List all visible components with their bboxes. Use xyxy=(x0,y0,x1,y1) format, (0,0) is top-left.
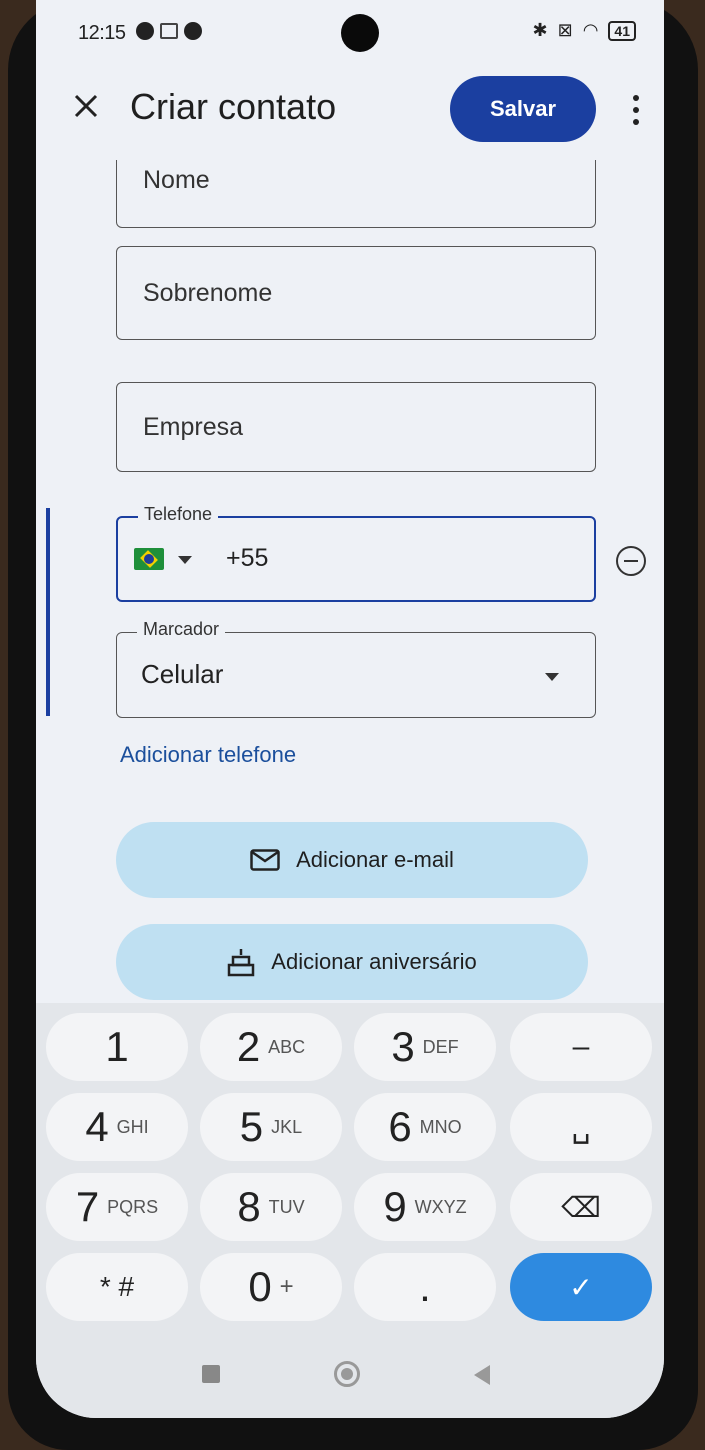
add-birthday-label: Adicionar aniversário xyxy=(271,949,477,974)
status-system-icons: ✱ ⊠ ◠ 41 xyxy=(533,20,636,41)
front-camera xyxy=(341,14,379,52)
key-0[interactable]: 0 + xyxy=(200,1253,342,1321)
chevron-down-icon xyxy=(545,673,559,681)
phone-field[interactable]: Telefone +55 xyxy=(116,504,596,602)
save-button[interactable]: Salvar xyxy=(450,76,596,142)
status-notification-icons xyxy=(136,22,202,40)
key-letters: WXYZ xyxy=(414,1196,467,1217)
add-email-label: Adicionar e-mail xyxy=(296,847,454,872)
close-icon[interactable] xyxy=(68,88,108,128)
recents-icon[interactable] xyxy=(202,1365,220,1383)
key-3[interactable]: 3 DEF xyxy=(354,1013,496,1081)
status-time: 12:15 xyxy=(78,22,126,44)
key-digit: 9 xyxy=(383,1183,407,1230)
key-digit: 1 xyxy=(105,1023,129,1070)
key-dash[interactable]: – xyxy=(510,1013,652,1081)
key-backspace[interactable]: ⌫ xyxy=(510,1173,652,1241)
key-letters: TUV xyxy=(268,1196,305,1217)
check-circle-icon xyxy=(184,22,202,40)
phone-value: +55 xyxy=(226,544,269,572)
bluetooth-icon: ✱ xyxy=(532,20,548,40)
first-name-field[interactable]: Nome xyxy=(116,160,596,228)
key-star-hash[interactable]: * # xyxy=(46,1253,188,1321)
key-digit: 2 xyxy=(236,1023,261,1070)
key-letters: + xyxy=(279,1273,294,1300)
back-icon[interactable] xyxy=(474,1365,490,1385)
add-email-button[interactable]: Adicionar e-mail xyxy=(116,822,588,898)
check-icon: ✓ xyxy=(569,1271,593,1303)
key-digit: . xyxy=(419,1263,431,1310)
key-letters: ABC xyxy=(268,1036,306,1057)
key-dot[interactable]: . xyxy=(354,1253,496,1321)
key-digit: 8 xyxy=(237,1183,261,1230)
more-options-icon[interactable] xyxy=(624,92,648,128)
key-4[interactable]: 4 GHI xyxy=(46,1093,188,1161)
page-title: Criar contato xyxy=(130,86,337,127)
add-birthday-button[interactable]: Adicionar aniversário xyxy=(116,924,588,1000)
label-select[interactable]: Marcador Celular xyxy=(116,619,596,718)
label-value: Celular xyxy=(141,659,224,689)
home-icon[interactable] xyxy=(334,1361,360,1387)
key-letters: PQRS xyxy=(107,1196,159,1217)
active-section-indicator xyxy=(46,508,50,716)
remove-phone-icon[interactable] xyxy=(616,546,646,576)
silent-icon: ⊠ xyxy=(557,20,573,40)
key-7[interactable]: 7 PQRS xyxy=(46,1173,188,1241)
country-dropdown-icon[interactable] xyxy=(178,556,192,564)
key-letters: MNO xyxy=(419,1116,462,1137)
key-8[interactable]: 8 TUV xyxy=(200,1173,342,1241)
add-phone-link[interactable]: Adicionar telefone xyxy=(120,742,296,768)
last-name-placeholder: Sobrenome xyxy=(143,279,273,307)
key-digit: 0 xyxy=(248,1263,272,1310)
last-name-field[interactable]: Sobrenome xyxy=(116,246,596,340)
cake-icon xyxy=(228,949,255,977)
key-digit: 5 xyxy=(239,1103,264,1150)
label-legend: Marcador xyxy=(137,619,226,640)
key-letters: DEF xyxy=(422,1036,459,1057)
key-digit: 4 xyxy=(85,1103,109,1150)
key-1[interactable]: 1 xyxy=(46,1013,188,1081)
first-name-placeholder: Nome xyxy=(143,166,210,194)
key-6[interactable]: 6 MNO xyxy=(354,1093,496,1161)
key-digit: 7 xyxy=(75,1183,100,1230)
company-placeholder: Empresa xyxy=(143,413,244,441)
key-digit: 6 xyxy=(388,1103,412,1150)
key-9[interactable]: 9 WXYZ xyxy=(354,1173,496,1241)
key-digit: 3 xyxy=(391,1023,415,1070)
space-icon: ␣ xyxy=(571,1110,591,1144)
key-5[interactable]: 5 JKL xyxy=(200,1093,342,1161)
key-digit: * # xyxy=(99,1271,135,1302)
notification-icon xyxy=(136,22,154,40)
battery-icon: 41 xyxy=(608,20,636,41)
system-navigation-bar xyxy=(36,1345,664,1405)
key-letters: JKL xyxy=(271,1116,303,1137)
wifi-icon: ◠ xyxy=(582,20,599,40)
backspace-icon: ⌫ xyxy=(561,1191,601,1223)
key-2[interactable]: 2 ABC xyxy=(200,1013,342,1081)
phone-screen: 12:15 ✱ ⊠ ◠ 41 Criar contato Salvar Nome… xyxy=(36,0,664,1418)
company-field[interactable]: Empresa xyxy=(116,382,596,472)
key-letters: GHI xyxy=(116,1116,149,1137)
phone-legend: Telefone xyxy=(138,504,219,525)
gmail-icon xyxy=(160,23,178,39)
confirm-button[interactable]: ✓ xyxy=(510,1253,652,1321)
key-digit: – xyxy=(572,1030,590,1063)
brazil-flag-icon[interactable] xyxy=(134,548,164,570)
mail-icon xyxy=(250,849,280,871)
key-space[interactable]: ␣ xyxy=(510,1093,652,1161)
